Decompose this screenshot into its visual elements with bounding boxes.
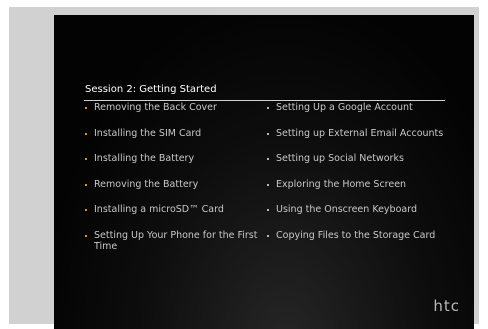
- bullet-icon: [85, 209, 87, 211]
- topic-label: Setting Up a Google Account: [276, 102, 413, 113]
- topic-item: Setting Up a Google Account: [266, 102, 471, 128]
- topic-item: Installing the Battery: [84, 153, 264, 179]
- topic-label: Exploring the Home Screen: [276, 178, 407, 190]
- bullet-icon: [267, 158, 269, 160]
- bullet-icon: [85, 132, 87, 135]
- topic-label: Setting Up Your Phone for the First Time: [94, 229, 258, 252]
- topic-label: Setting up Social Networks: [276, 153, 404, 164]
- bullet-icon: [85, 183, 87, 186]
- topic-item: Copying Files to the Storage Card: [266, 230, 471, 256]
- topic-label: Installing the SIM Card: [94, 127, 202, 139]
- bullet-icon: [267, 107, 269, 109]
- topic-label: Removing the Battery: [94, 178, 199, 190]
- topic-item: Removing the Back Cover: [84, 102, 264, 128]
- slide: Session 2: Getting Started Removing the …: [54, 15, 474, 329]
- topic-item: Setting up Social Networks: [266, 153, 471, 179]
- topic-label: Setting up External Email Accounts: [276, 127, 444, 139]
- bullet-icon: [267, 183, 269, 186]
- topic-label: Using the Onscreen Keyboard: [276, 204, 417, 215]
- topic-item: Installing a microSD™ Card: [84, 204, 264, 230]
- presentation-frame: Session 2: Getting Started Removing the …: [9, 7, 479, 329]
- bullet-icon: [267, 209, 269, 211]
- topic-item: Removing the Battery: [84, 179, 264, 205]
- topic-item: Using the Onscreen Keyboard: [266, 204, 471, 230]
- topic-label: Installing the Battery: [94, 153, 195, 164]
- topic-label: Copying Files to the Storage Card: [276, 229, 436, 241]
- htc-logo: htc: [433, 297, 460, 315]
- bullet-icon: [85, 234, 87, 237]
- session-title: Session 2: Getting Started: [85, 84, 217, 95]
- title-divider: [84, 100, 445, 101]
- topic-item: Exploring the Home Screen: [266, 179, 471, 205]
- topic-label: Installing a microSD™ Card: [94, 204, 224, 215]
- bullet-icon: [85, 107, 87, 109]
- bullet-icon: [267, 234, 269, 237]
- bullet-icon: [85, 158, 87, 160]
- topic-label: Removing the Back Cover: [94, 102, 217, 113]
- topic-item: Installing the SIM Card: [84, 128, 264, 154]
- bullet-icon: [267, 132, 269, 135]
- topic-list-right: Setting Up a Google Account Setting up E…: [266, 102, 471, 255]
- topic-list-left: Removing the Back Cover Installing the S…: [84, 102, 264, 260]
- topic-item: Setting up External Email Accounts: [266, 128, 471, 154]
- topic-item: Setting Up Your Phone for the First Time: [84, 230, 264, 260]
